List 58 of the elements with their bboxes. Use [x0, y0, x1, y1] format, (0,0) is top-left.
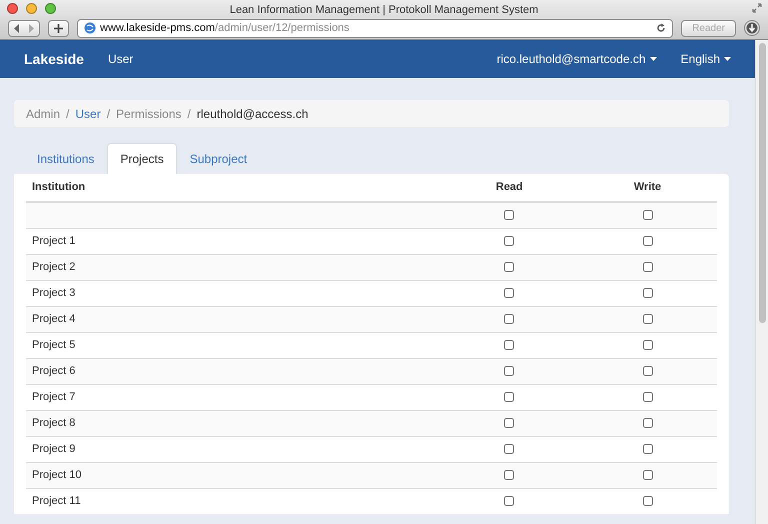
- tab[interactable]: Subproject: [176, 143, 260, 174]
- window-title: Lean Information Management | Protokoll Management System: [230, 4, 538, 16]
- write-checkbox[interactable]: [642, 262, 653, 272]
- back-forward-button[interactable]: [8, 20, 40, 36]
- add-tab-button[interactable]: [48, 20, 69, 36]
- read-checkbox[interactable]: [504, 210, 514, 220]
- read-checkbox[interactable]: [504, 418, 514, 428]
- read-checkbox[interactable]: [504, 444, 514, 454]
- breadcrumb-separator: /: [65, 106, 70, 122]
- table-cell: Project 2: [26, 254, 441, 280]
- breadcrumb-item: Permissions: [116, 106, 182, 122]
- read-checkbox[interactable]: [504, 366, 514, 376]
- write-checkbox[interactable]: [642, 418, 653, 428]
- globe-icon: [84, 22, 96, 34]
- breadcrumb-separator: /: [186, 106, 192, 122]
- tab[interactable]: Institutions: [24, 143, 108, 174]
- table-cell: Project 6: [26, 358, 441, 384]
- breadcrumb-item: Admin: [26, 106, 60, 122]
- dropdown-link[interactable]: rico.leuthold@smartcode.ch: [496, 50, 657, 68]
- write-checkbox[interactable]: [642, 288, 653, 298]
- write-checkbox[interactable]: [642, 340, 653, 350]
- download-icon[interactable]: [744, 20, 760, 36]
- read-checkbox[interactable]: [504, 470, 514, 480]
- nav-link[interactable]: User: [108, 50, 134, 68]
- read-checkbox[interactable]: [504, 496, 514, 506]
- write-checkbox[interactable]: [642, 366, 653, 376]
- breadcrumb-link[interactable]: User: [75, 104, 101, 122]
- dropdown-link[interactable]: English: [680, 50, 731, 68]
- write-checkbox[interactable]: [642, 392, 653, 402]
- zoom-button[interactable]: [45, 3, 56, 14]
- table-cell: Project 8: [26, 410, 441, 436]
- read-checkbox[interactable]: [504, 236, 514, 246]
- read-checkbox[interactable]: [504, 288, 514, 298]
- read-checkbox[interactable]: [504, 340, 514, 350]
- read-checkbox[interactable]: [504, 314, 514, 324]
- write-checkbox[interactable]: [642, 444, 653, 454]
- tab[interactable]: Projects: [107, 143, 177, 174]
- address-field[interactable]: www.lakeside-pms.com/admin/user/12/permissions: [77, 18, 674, 38]
- breadcrumb-separator: /: [106, 106, 112, 122]
- write-checkbox[interactable]: [642, 470, 653, 480]
- minimize-button[interactable]: [26, 3, 37, 14]
- fullscreen-icon[interactable]: [752, 3, 762, 13]
- breadcrumb-current: rleuthold@access.ch: [196, 106, 308, 122]
- table-cell: Project 10: [26, 462, 441, 488]
- table-cell: Project 11: [26, 488, 441, 514]
- scrollbar[interactable]: [755, 40, 768, 524]
- plus-icon: [54, 24, 63, 32]
- write-checkbox[interactable]: [642, 496, 653, 506]
- read-checkbox[interactable]: [504, 392, 514, 402]
- reload-icon[interactable]: [656, 23, 666, 33]
- write-checkbox[interactable]: [642, 236, 653, 246]
- write-checkbox[interactable]: [642, 314, 653, 324]
- back-forward-arrows-icon: [14, 24, 34, 32]
- write-checkbox[interactable]: [642, 210, 653, 220]
- close-button[interactable]: [7, 3, 18, 14]
- brand-link[interactable]: Lakeside: [24, 48, 84, 70]
- table-cell: Project 4: [26, 306, 441, 332]
- read-checkbox[interactable]: [504, 262, 514, 272]
